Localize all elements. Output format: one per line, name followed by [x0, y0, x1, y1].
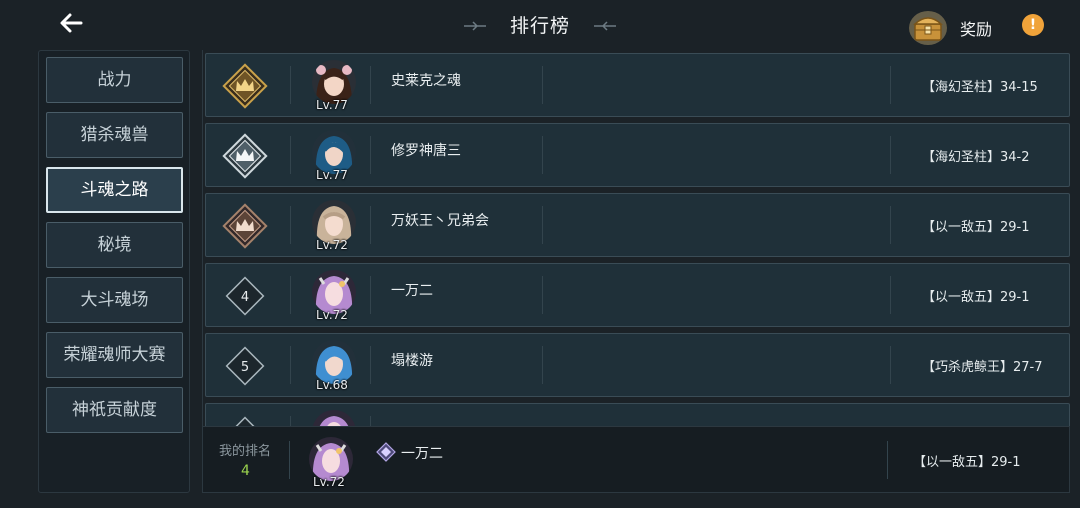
player-name: 修罗神唐三	[391, 143, 461, 159]
column-divider	[289, 441, 290, 479]
rank-number: 5	[241, 360, 249, 375]
column-divider	[887, 441, 888, 479]
avatar[interactable]: Lv.77	[310, 128, 358, 182]
page-title: 排行榜	[509, 15, 570, 37]
my-rank-number: 4	[241, 463, 250, 479]
title-badge-icon	[376, 442, 396, 462]
player-name: 塌楼游	[391, 353, 433, 369]
top-bar: 排行榜 奖励 !	[0, 0, 1080, 50]
my-stage-record: 【以一敌五】29-1	[913, 455, 1021, 470]
ranking-category-sidebar: 战力 猎杀魂兽 斗魂之路 秘境 大斗魂场 荣耀魂师大赛 神祇贡献度	[38, 50, 190, 493]
diamond-rank-icon: 5	[225, 346, 265, 386]
column-divider	[542, 276, 543, 314]
column-divider	[890, 346, 891, 384]
player-name: 史莱克之魂	[391, 73, 461, 89]
column-divider	[890, 66, 891, 104]
sidebar-item-soul-road[interactable]: 斗魂之路	[46, 167, 183, 213]
title-ornament-right-icon	[594, 21, 616, 31]
sidebar-item-secret-realm[interactable]: 秘境	[46, 222, 183, 268]
column-divider	[370, 416, 371, 426]
column-divider	[290, 136, 291, 174]
treasure-chest-icon	[909, 11, 947, 45]
column-divider	[890, 206, 891, 244]
ranking-row[interactable]: Lv.77 修罗神唐三 【海幻圣柱】34-2	[205, 123, 1070, 187]
back-button[interactable]	[56, 8, 86, 38]
column-divider	[290, 416, 291, 426]
column-divider	[542, 136, 543, 174]
title-ornament-left-icon	[464, 21, 486, 31]
player-name: 万妖王丶兄弟会	[391, 213, 489, 229]
silver-crown-icon	[222, 133, 268, 179]
column-divider	[290, 206, 291, 244]
column-divider	[370, 346, 371, 384]
column-divider	[370, 206, 371, 244]
stage-record: 【海幻圣柱】34-15	[922, 80, 1038, 95]
ranking-row[interactable]: 4 Lv.72 一万二 【以一敌五】29-1	[205, 263, 1070, 327]
column-divider	[890, 136, 891, 174]
column-divider	[290, 346, 291, 384]
avatar[interactable]: Lv.72	[310, 268, 358, 322]
avatar[interactable]: Lv.68	[310, 338, 358, 392]
player-level: Lv.77	[316, 98, 348, 112]
my-avatar[interactable]: Lv.72	[307, 431, 355, 491]
column-divider	[542, 66, 543, 104]
ranking-row[interactable]	[205, 403, 1070, 426]
player-level: Lv.72	[313, 475, 345, 489]
ranking-list[interactable]: Lv.77 史莱克之魂 【海幻圣柱】34-15 Lv.77 修罗神唐三 【海幻圣…	[202, 50, 1070, 426]
rank-number: 4	[241, 290, 249, 305]
player-portrait-icon	[312, 410, 356, 426]
player-level: Lv.72	[316, 308, 348, 322]
column-divider	[290, 66, 291, 104]
player-level: Lv.68	[316, 378, 348, 392]
my-player-name: 一万二	[401, 446, 443, 462]
sidebar-item-grand-arena[interactable]: 大斗魂场	[46, 277, 183, 323]
diamond-rank-icon: 4	[225, 276, 265, 316]
column-divider	[370, 66, 371, 104]
ranking-row[interactable]: Lv.72 万妖王丶兄弟会 【以一敌五】29-1	[205, 193, 1070, 257]
page-title-area: 排行榜	[460, 12, 620, 40]
avatar[interactable]: Lv.77	[310, 58, 358, 112]
my-rank-bar: 我的排名 4 Lv.72 一万二 【以一敌五】29-1	[202, 426, 1070, 493]
sidebar-item-glory-tournament[interactable]: 荣耀魂师大赛	[46, 332, 183, 378]
player-level: Lv.77	[316, 168, 348, 182]
column-divider	[542, 206, 543, 244]
player-level: Lv.72	[316, 238, 348, 252]
arrow-left-icon	[60, 13, 83, 33]
ranking-row[interactable]: 5 Lv.68 塌楼游 【巧杀虎鲸王】27-7	[205, 333, 1070, 397]
sidebar-item-god-contribution[interactable]: 神祇贡献度	[46, 387, 183, 433]
diamond-rank-icon	[225, 416, 265, 426]
avatar[interactable]: Lv.72	[310, 198, 358, 252]
player-name: 一万二	[391, 283, 433, 299]
stage-record: 【以一敌五】29-1	[922, 290, 1030, 305]
my-rank-label: 我的排名	[219, 444, 272, 459]
avatar[interactable]	[310, 408, 358, 426]
reward-button[interactable]: 奖励	[908, 6, 1008, 46]
stage-record: 【海幻圣柱】34-2	[922, 150, 1030, 165]
column-divider	[542, 346, 543, 384]
column-divider	[890, 276, 891, 314]
ranking-row[interactable]: Lv.77 史莱克之魂 【海幻圣柱】34-15	[205, 53, 1070, 117]
column-divider	[370, 276, 371, 314]
column-divider	[290, 276, 291, 314]
info-icon[interactable]: !	[1022, 14, 1044, 36]
gold-crown-icon	[222, 63, 268, 109]
stage-record: 【巧杀虎鲸王】27-7	[922, 360, 1043, 375]
reward-label: 奖励	[960, 20, 993, 39]
stage-record: 【以一敌五】29-1	[922, 220, 1030, 235]
bronze-crown-icon	[222, 203, 268, 249]
column-divider	[370, 136, 371, 174]
sidebar-item-hunt-beasts[interactable]: 猎杀魂兽	[46, 112, 183, 158]
sidebar-item-power[interactable]: 战力	[46, 57, 183, 103]
